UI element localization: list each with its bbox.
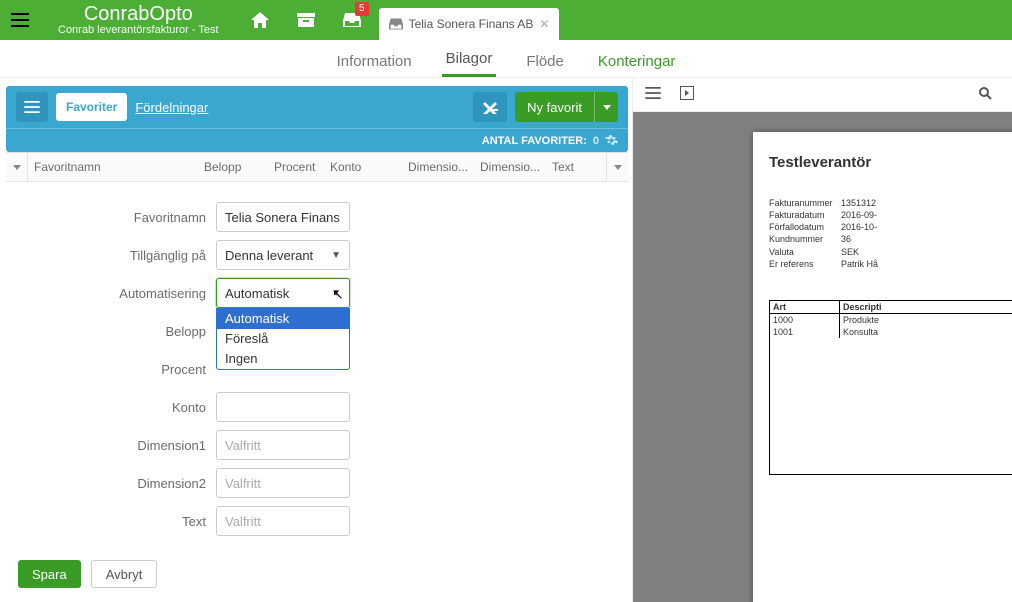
column-menu-left[interactable] [6, 152, 28, 182]
label-belopp: Belopp [6, 324, 216, 339]
doc-meta: Fakturanummer1351312 Fakturadatum2016-09… [769, 197, 1012, 270]
automatisering-select[interactable]: Automatisk ▼ [216, 278, 350, 308]
tab-label: Telia Sonera Finans AB [409, 17, 534, 31]
tab-bilagor[interactable]: Bilagor [442, 42, 497, 77]
inbox-icon[interactable]: 5 [329, 0, 375, 40]
chevron-down-icon: ▼ [331, 250, 341, 261]
label-automatisering: Automatisering [6, 286, 216, 301]
tab-flode[interactable]: Flöde [522, 45, 568, 77]
tab-konteringar[interactable]: Konteringar [594, 45, 680, 77]
automatisering-dropdown-menu: Automatisk Föreslå Ingen [216, 308, 350, 370]
app-menu-button[interactable] [0, 0, 40, 40]
tillganglig-select[interactable]: Denna leverant ▼ [216, 240, 350, 270]
col-belopp[interactable]: Belopp [198, 160, 268, 174]
open-document-tab[interactable]: Telia Sonera Finans AB ✕ [379, 8, 560, 40]
brand-title: ConrabOpto [58, 4, 219, 24]
document-preview-area[interactable]: Testleverantör Fakturanummer1351312 Fakt… [633, 112, 1012, 602]
col-text[interactable]: Text [546, 160, 606, 174]
inbox-badge: 5 [355, 2, 369, 16]
label-dimension2: Dimension2 [6, 476, 216, 491]
favorite-form: Favoritnamn Tillgänglig på Denna leveran… [6, 182, 628, 554]
archive-icon[interactable] [283, 0, 329, 40]
clear-button[interactable] [473, 92, 507, 122]
col-procent[interactable]: Procent [268, 160, 324, 174]
home-icon[interactable] [237, 0, 283, 40]
tab-information[interactable]: Information [333, 45, 416, 77]
ny-favorit-split-button: Ny favorit [515, 92, 618, 122]
table-row: 1000 Produkte [770, 314, 1012, 326]
table-row: 1001 Konsulta [770, 326, 1012, 338]
brand-subtitle: Conrab leverantörsfakturor - Test [58, 24, 219, 36]
col-konto[interactable]: Konto [324, 160, 402, 174]
viewer-panel-icon[interactable] [677, 86, 697, 103]
save-button[interactable]: Spara [18, 560, 81, 588]
doc-title: Testleverantör [769, 154, 1012, 171]
label-dimension1: Dimension1 [6, 438, 216, 453]
label-favoritnamn: Favoritnamn [6, 210, 216, 225]
cancel-button[interactable]: Avbryt [91, 560, 158, 588]
document-page: Testleverantör Fakturanummer1351312 Fakt… [753, 132, 1012, 602]
viewer-toolbar: Sida: [633, 78, 1012, 112]
favoriter-button[interactable]: Favoriter [56, 93, 127, 121]
label-procent: Procent [6, 362, 216, 377]
label-tillganglig: Tillgänglig på [6, 248, 216, 263]
tillganglig-selected: Denna leverant [225, 248, 313, 263]
fordelningar-link[interactable]: Fördelningar [135, 100, 208, 115]
label-text: Text [6, 514, 216, 529]
ny-favorit-dropdown[interactable] [594, 92, 618, 122]
favoritnamn-input[interactable] [216, 202, 350, 232]
favorites-count-bar: ANTAL FAVORITER: 0 [6, 128, 628, 152]
col-dimension1[interactable]: Dimensio... [402, 160, 474, 174]
automatisering-selected: Automatisk [225, 286, 289, 301]
search-icon[interactable] [975, 86, 995, 103]
tab-close-icon[interactable]: ✕ [539, 17, 549, 31]
col-favoritnamn[interactable]: Favoritnamn [28, 160, 198, 174]
panel-menu-button[interactable] [16, 92, 48, 122]
chevron-down-icon: ▼ [331, 288, 341, 299]
favorites-column-header: Favoritnamn Belopp Procent Konto Dimensi… [6, 152, 628, 182]
text-input[interactable] [216, 506, 350, 536]
column-menu-right[interactable] [606, 152, 628, 182]
ny-favorit-button[interactable]: Ny favorit [515, 100, 594, 115]
viewer-menu-icon[interactable] [643, 87, 663, 102]
doc-table: Art Descripti 1000 Produkte 1001 Konsult… [769, 300, 1012, 475]
favorites-count-value: 0 [593, 135, 599, 147]
label-konto: Konto [6, 400, 216, 415]
dimension2-input[interactable] [216, 468, 350, 498]
automatisering-option-ingen[interactable]: Ingen [217, 349, 349, 369]
favorites-count-label: ANTAL FAVORITER: [482, 135, 587, 147]
favorites-panel-header: Favoriter Fördelningar Ny favorit [6, 86, 628, 128]
konto-input[interactable] [216, 392, 350, 422]
automatisering-option-automatisk[interactable]: Automatisk [217, 309, 349, 329]
col-dimension2[interactable]: Dimensio... [474, 160, 546, 174]
brand-block: ConrabOpto Conrab leverantörsfakturor - … [40, 4, 237, 36]
document-subtabs: Information Bilagor Flöde Konteringar [0, 40, 1012, 78]
dimension1-input[interactable] [216, 430, 350, 460]
automatisering-option-foresla[interactable]: Föreslå [217, 329, 349, 349]
gear-icon[interactable] [605, 134, 618, 147]
